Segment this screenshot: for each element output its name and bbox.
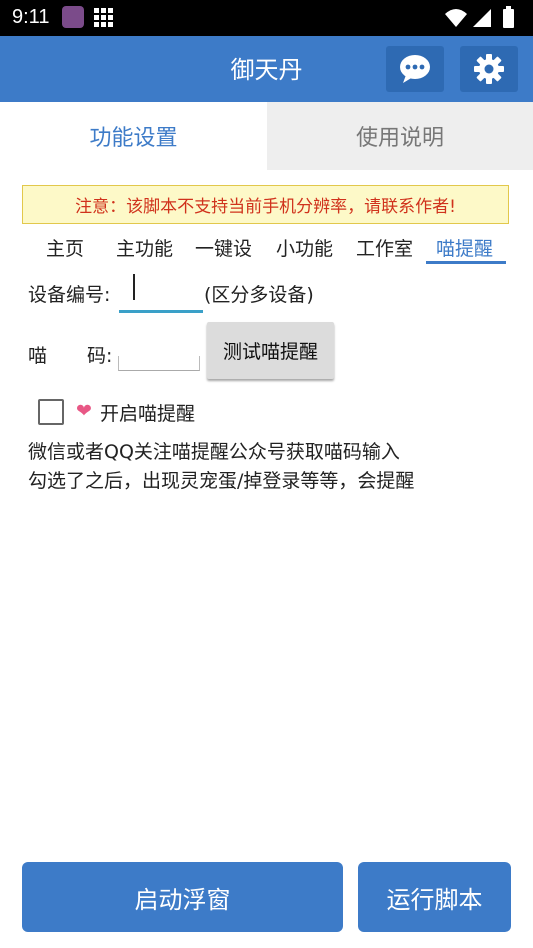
settings-button[interactable]	[460, 46, 518, 92]
status-bar: 9:11	[0, 0, 533, 36]
tab-function-settings[interactable]: 功能设置	[0, 102, 267, 170]
device-number-label: 设备编号:	[28, 284, 111, 306]
text-cursor	[133, 274, 135, 300]
status-icons	[445, 6, 514, 28]
subtab-selected-indicator	[426, 261, 506, 264]
chat-bubble-icon	[400, 55, 430, 83]
chat-button[interactable]	[386, 46, 444, 92]
main-tabs: 功能设置 使用说明	[0, 102, 533, 170]
grid-icon	[94, 8, 113, 27]
enable-reminder-checkbox[interactable]	[38, 399, 64, 425]
subtab-home[interactable]: 主页	[46, 234, 84, 261]
miao-code-label-2: 码:	[87, 345, 113, 367]
tab-instructions[interactable]: 使用说明	[267, 102, 533, 170]
description-line-2: 勾选了之后，出现灵宠蛋/掉登录等等，会提醒	[28, 470, 415, 492]
description-line-1: 微信或者QQ关注喵提醒公众号获取喵码输入	[28, 441, 400, 463]
subtab-main-function[interactable]: 主功能	[116, 234, 173, 261]
heart-icon: ❤	[76, 400, 92, 422]
miao-code-label-1: 喵	[28, 345, 48, 367]
gear-icon	[474, 54, 504, 84]
device-number-input[interactable]	[119, 274, 203, 313]
signal-icon	[473, 9, 491, 27]
run-script-button[interactable]: 运行脚本	[358, 862, 511, 932]
device-number-hint: (区分多设备)	[204, 284, 314, 306]
resolution-warning: 注意：该脚本不支持当前手机分辨率，请联系作者!	[22, 185, 509, 224]
start-float-window-button[interactable]: 启动浮窗	[22, 862, 343, 932]
subtab-studio[interactable]: 工作室	[356, 234, 413, 261]
app-title: 御天丹	[230, 56, 303, 84]
miao-code-input[interactable]	[118, 356, 200, 371]
enable-reminder-label: 开启喵提醒	[100, 403, 196, 425]
wifi-icon	[445, 9, 467, 27]
subtab-small-function[interactable]: 小功能	[276, 234, 333, 261]
subtab-miao-reminder[interactable]: 喵提醒	[436, 234, 493, 261]
subtab-one-key[interactable]: 一键设	[195, 234, 252, 261]
battery-icon	[503, 9, 514, 28]
test-miao-reminder-button[interactable]: 测试喵提醒	[207, 322, 334, 379]
app-notification-icon	[62, 6, 84, 28]
status-time: 9:11	[12, 6, 50, 28]
app-bar: 御天丹	[0, 36, 533, 102]
